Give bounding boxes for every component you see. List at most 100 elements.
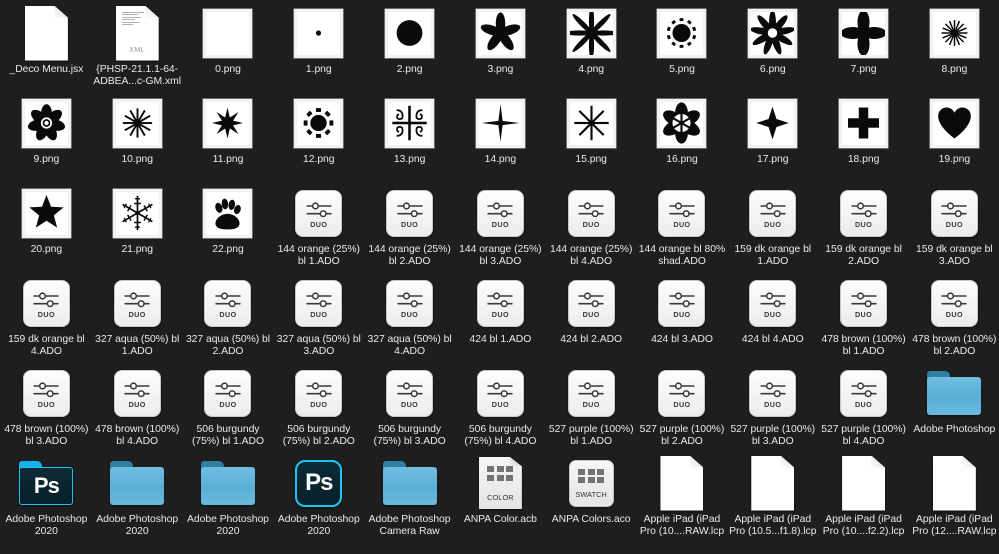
file-item[interactable]: PsAdobe Photoshop 2020 [1,452,92,542]
file-item[interactable]: DUO327 aqua (50%) bl 3.ADO [273,272,364,362]
file-icon[interactable] [835,94,893,152]
file-item[interactable]: Adobe Photoshop 2020 [92,452,183,542]
file-item[interactable]: DUO527 purple (100%) bl 1.ADO [546,362,637,452]
file-item[interactable]: 11.png [183,92,274,182]
file-icon[interactable] [925,94,983,152]
file-icon[interactable]: DUO [108,274,166,332]
file-item[interactable]: 8.png [909,2,999,92]
file-item[interactable]: 22.png [183,182,274,272]
file-item[interactable]: Apple iPad (iPad Pro (10....RAW.lcp [637,452,728,542]
file-item[interactable]: 15.png [546,92,637,182]
file-icon[interactable] [471,4,529,62]
file-icon[interactable]: DUO [199,364,257,422]
file-item[interactable]: 19.png [909,92,999,182]
file-icon[interactable]: DUO [744,184,802,242]
file-icon[interactable] [562,4,620,62]
file-item[interactable]: 6.png [727,2,818,92]
file-icon[interactable] [471,94,529,152]
file-item[interactable]: DUO506 burgundy (75%) bl 1.ADO [183,362,274,452]
file-item[interactable]: 4.png [546,2,637,92]
file-item[interactable]: 21.png [92,182,183,272]
file-item[interactable]: Adobe Photoshop 2020 [183,452,274,542]
file-item[interactable]: 14.png [455,92,546,182]
file-item[interactable]: _Deco Menu.jsx [1,2,92,92]
file-item[interactable]: DUO478 brown (100%) bl 3.ADO [1,362,92,452]
file-icon[interactable] [290,94,348,152]
file-icon[interactable] [835,4,893,62]
file-item[interactable]: DUO478 brown (100%) bl 2.ADO [909,272,999,362]
file-item[interactable]: DUO527 purple (100%) bl 2.ADO [637,362,728,452]
file-icon[interactable]: SWATCH [562,454,620,512]
file-item[interactable]: 5.png [637,2,728,92]
file-item[interactable]: Apple iPad (iPad Pro (12....RAW.lcp [909,452,999,542]
file-icon[interactable]: DUO [835,274,893,332]
file-icon[interactable]: DUO [562,364,620,422]
file-item[interactable]: XML{PHSP-21.1.1-64-ADBEA...c-GM.xml [92,2,183,92]
file-item[interactable]: Apple iPad (iPad Pro (10....f2.2).lcp [818,452,909,542]
file-icon[interactable]: DUO [925,274,983,332]
file-icon[interactable] [653,454,711,512]
file-item[interactable]: COLORANPA Color.acb [455,452,546,542]
file-icon[interactable] [199,4,257,62]
file-icon[interactable] [108,184,166,242]
file-item[interactable]: DUO159 dk orange bl 1.ADO [727,182,818,272]
file-item[interactable]: DUO478 brown (100%) bl 4.ADO [92,362,183,452]
file-item[interactable]: DUO159 dk orange bl 2.ADO [818,182,909,272]
file-icon[interactable]: DUO [562,274,620,332]
file-icon[interactable]: DUO [290,184,348,242]
file-item[interactable]: 3.png [455,2,546,92]
file-icon[interactable]: DUO [653,184,711,242]
file-icon[interactable]: DUO [835,184,893,242]
file-item[interactable]: DUO327 aqua (50%) bl 4.ADO [364,272,455,362]
file-icon[interactable]: Ps [290,454,348,512]
file-icon[interactable]: DUO [471,364,529,422]
file-item[interactable]: 0.png [183,2,274,92]
file-icon[interactable] [744,4,802,62]
file-icon[interactable] [108,454,166,512]
file-item[interactable]: DUO424 bl 1.ADO [455,272,546,362]
file-item[interactable]: DUO144 orange (25%) bl 4.ADO [546,182,637,272]
file-item[interactable]: PsAdobe Photoshop 2020 [273,452,364,542]
file-item[interactable]: DUO506 burgundy (75%) bl 4.ADO [455,362,546,452]
file-item[interactable]: 7.png [818,2,909,92]
file-icon[interactable]: DUO [653,274,711,332]
file-icon[interactable]: DUO [381,274,439,332]
file-icon[interactable] [835,454,893,512]
file-icon[interactable] [199,184,257,242]
file-item[interactable]: DUO527 purple (100%) bl 3.ADO [727,362,818,452]
file-icon[interactable] [17,4,75,62]
file-item[interactable]: DUO478 brown (100%) bl 1.ADO [818,272,909,362]
file-icon[interactable]: DUO [17,274,75,332]
file-icon[interactable]: DUO [199,274,257,332]
file-item[interactable]: DUO424 bl 3.ADO [637,272,728,362]
file-icon[interactable] [653,94,711,152]
file-icon[interactable]: DUO [108,364,166,422]
file-item[interactable]: DUO144 orange (25%) bl 2.ADO [364,182,455,272]
file-item[interactable]: DUO327 aqua (50%) bl 1.ADO [92,272,183,362]
file-icon[interactable]: DUO [744,364,802,422]
file-item[interactable]: DUO327 aqua (50%) bl 2.ADO [183,272,274,362]
file-item[interactable]: 2.png [364,2,455,92]
file-item[interactable]: DUO159 dk orange bl 4.ADO [1,272,92,362]
file-item[interactable]: SWATCHANPA Colors.aco [546,452,637,542]
file-icon[interactable] [562,94,620,152]
file-item[interactable]: 16.png [637,92,728,182]
file-icon[interactable]: DUO [381,364,439,422]
file-icon[interactable] [290,4,348,62]
file-icon[interactable] [199,454,257,512]
file-icon[interactable] [381,4,439,62]
file-icon[interactable] [925,4,983,62]
file-icon[interactable] [744,94,802,152]
file-item[interactable]: 18.png [818,92,909,182]
file-item[interactable]: Apple iPad (iPad Pro (10.5...f1.8).lcp [727,452,818,542]
file-item[interactable]: 1.png [273,2,364,92]
file-icon[interactable]: COLOR [471,454,529,512]
file-item[interactable]: DUO144 orange bl 80% shad.ADO [637,182,728,272]
file-icon[interactable] [925,454,983,512]
file-item[interactable]: DUO527 purple (100%) bl 4.ADO [818,362,909,452]
file-icon[interactable]: DUO [290,364,348,422]
file-item[interactable]: 10.png [92,92,183,182]
file-icon[interactable]: Ps [17,454,75,512]
file-item[interactable]: 9.png [1,92,92,182]
file-item[interactable]: DUO506 burgundy (75%) bl 3.ADO [364,362,455,452]
